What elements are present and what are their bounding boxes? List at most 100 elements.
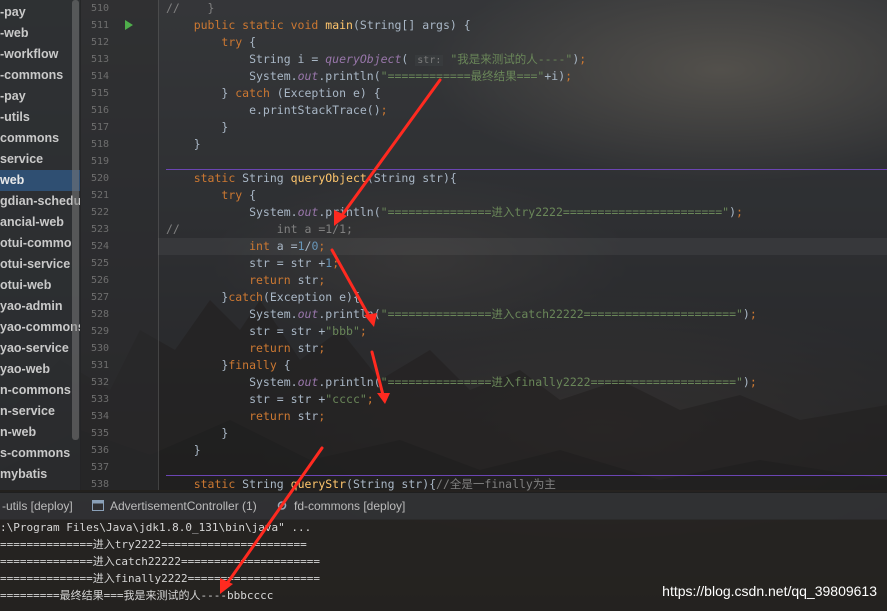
tree-item[interactable]: s-commons: [0, 443, 80, 464]
code-line[interactable]: e.printStackTrace();: [166, 102, 388, 119]
code-line[interactable]: System.out.println("===============进入cat…: [166, 306, 757, 323]
string-literal: "我是来测试的人----": [450, 52, 573, 66]
run-tab-bar: -utils [deploy] AdvertisementController …: [0, 492, 887, 520]
tab-fd-commons-deploy[interactable]: fd-commons [deploy]: [276, 493, 405, 520]
code-line[interactable]: str = str +"bbb";: [166, 323, 367, 340]
app-window-icon: [92, 500, 104, 511]
console-line: =========最终结果===我是来测试的人----bbbcccc: [0, 589, 274, 602]
code-line[interactable]: return str;: [166, 340, 325, 357]
tab-label: AdvertisementController (1): [110, 499, 257, 513]
console-line: :\Program Files\Java\jdk1.8.0_131\bin\ja…: [0, 521, 312, 534]
code-line[interactable]: }catch(Exception e){: [166, 289, 360, 306]
line-number: 510: [90, 3, 109, 14]
string-literal: "============最终结果===": [380, 69, 545, 83]
line-number: 511: [90, 20, 109, 31]
tree-item[interactable]: -workflow: [0, 44, 80, 65]
tree-item[interactable]: n-service: [0, 401, 80, 422]
tree-item[interactable]: commons: [0, 128, 80, 149]
tab-utils-deploy[interactable]: -utils [deploy]: [2, 493, 73, 520]
code-line[interactable]: System.out.println("============最终结果==="…: [166, 68, 572, 85]
gear-icon: [277, 501, 287, 510]
string-literal: "cccc": [325, 392, 367, 406]
console-line: ==============进入catch22222==============…: [0, 555, 321, 568]
line-number: 532: [90, 377, 109, 388]
code-line[interactable]: }finally {: [166, 357, 290, 374]
tab-label: fd-commons [deploy]: [294, 499, 406, 513]
code-line[interactable]: }: [166, 136, 201, 153]
tree-item[interactable]: yao-service: [0, 338, 80, 359]
code-line[interactable]: try {: [166, 34, 256, 51]
code-comment: //全是一finally为主: [436, 477, 556, 491]
tree-item[interactable]: otui-commo: [0, 233, 80, 254]
string-literal: "===============进入finally2222===========…: [380, 375, 743, 389]
tree-item[interactable]: -utils: [0, 107, 80, 128]
line-number: 512: [90, 37, 109, 48]
line-number: 526: [90, 275, 109, 286]
tree-item[interactable]: otui-web: [0, 275, 80, 296]
code-line[interactable]: // int a =1/1;: [166, 221, 353, 238]
line-number: 535: [90, 428, 109, 439]
code-line[interactable]: // }: [166, 0, 214, 17]
line-number: 537: [90, 462, 109, 473]
line-number: 527: [90, 292, 109, 303]
line-number: 516: [90, 105, 109, 116]
code-line[interactable]: }: [166, 442, 201, 459]
line-number: 518: [90, 139, 109, 150]
tree-item[interactable]: yao-web: [0, 359, 80, 380]
code-line[interactable]: String i = queryObject( str: "我是来测试的人---…: [166, 51, 586, 68]
tree-item[interactable]: -commons: [0, 65, 80, 86]
run-main-icon[interactable]: [125, 20, 133, 30]
line-number: 533: [90, 394, 109, 405]
sidebar-scrollbar[interactable]: [72, 0, 79, 440]
string-literal: "===============进入try2222===============…: [380, 205, 730, 219]
line-number: 513: [90, 54, 109, 65]
tree-item[interactable]: web: [0, 170, 80, 191]
tree-item[interactable]: gdian-schedu: [0, 191, 80, 212]
code-line[interactable]: str = str +"cccc";: [166, 391, 374, 408]
code-line[interactable]: System.out.println("===============进入try…: [166, 204, 743, 221]
tab-advertisement-controller[interactable]: AdvertisementController (1): [92, 493, 257, 520]
tree-item[interactable]: service: [0, 149, 80, 170]
code-line[interactable]: } catch (Exception e) {: [166, 85, 380, 102]
line-number: 515: [90, 88, 109, 99]
code-line[interactable]: try {: [166, 187, 256, 204]
code-line[interactable]: static String queryObject(String str){: [166, 170, 457, 187]
line-number: 534: [90, 411, 109, 422]
line-number: 529: [90, 326, 109, 337]
code-line[interactable]: System.out.println("===============进入fin…: [166, 374, 757, 391]
tree-item[interactable]: n-web: [0, 422, 80, 443]
line-number: 531: [90, 360, 109, 371]
line-number: 530: [90, 343, 109, 354]
string-literal: "===============进入catch22222============…: [380, 307, 743, 321]
tree-item[interactable]: -web: [0, 23, 80, 44]
project-tree[interactable]: -pay -web -workflow -commons -pay -utils commo…: [0, 0, 81, 490]
code-line[interactable]: }: [166, 425, 228, 442]
code-line[interactable]: public static void main(String[] args) {: [166, 17, 471, 34]
line-number: 522: [90, 207, 109, 218]
line-number: 525: [90, 258, 109, 269]
tree-item[interactable]: ancial-web: [0, 212, 80, 233]
line-number: 538: [90, 479, 109, 490]
code-line[interactable]: static String queryStr(String str){//全是一…: [166, 476, 556, 493]
line-number: 519: [90, 156, 109, 167]
line-number: 514: [90, 71, 109, 82]
parameter-hint: str:: [415, 55, 444, 66]
code-line[interactable]: return str;: [166, 272, 325, 289]
tree-item[interactable]: mybatis: [0, 464, 80, 485]
tree-item[interactable]: -pay: [0, 2, 80, 23]
console-line: ==============进入try2222=================…: [0, 538, 307, 551]
tree-item[interactable]: -pay: [0, 86, 80, 107]
tree-item[interactable]: yao-commons: [0, 317, 80, 338]
tree-item[interactable]: n-commons: [0, 380, 80, 401]
code-line[interactable]: }: [166, 119, 228, 136]
line-number: 524: [90, 241, 109, 252]
line-number: 520: [90, 173, 109, 184]
code-line[interactable]: int a =1/0;: [166, 238, 325, 255]
line-number: 523: [90, 224, 109, 235]
tree-item[interactable]: yao-admin: [0, 296, 80, 317]
code-line[interactable]: return str;: [166, 408, 325, 425]
tab-label: -utils [deploy]: [2, 499, 73, 513]
tree-item[interactable]: otui-service: [0, 254, 80, 275]
line-number: 536: [90, 445, 109, 456]
code-line[interactable]: str = str +1;: [166, 255, 339, 272]
